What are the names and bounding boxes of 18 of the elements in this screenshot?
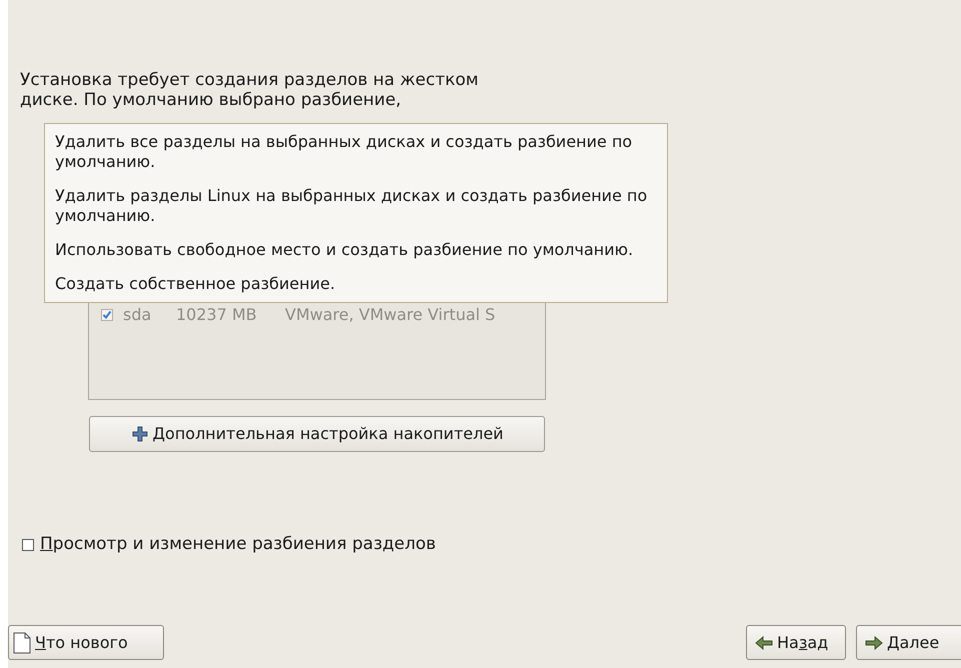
right-arrow-icon (865, 636, 883, 650)
menu-item[interactable]: Удалить разделы Linux на выбранных дисках и создать разбиение по умолчанию. (55, 186, 655, 226)
drive-model: VMware, VMware Virtual S (285, 304, 496, 326)
intro-text: диске. По умолчанию выбрано разбиение, (20, 90, 402, 110)
menu-item[interactable]: Использовать свободное место и создать разбиение по умолчанию. (55, 240, 655, 260)
drive-size: 10237 MB (176, 304, 258, 326)
left-arrow-icon (755, 636, 773, 650)
intro-text: Установка требует создания разделов на жестком (20, 70, 480, 90)
advanced-storage-button[interactable]: Дополнительная настройка накопителей (89, 416, 545, 452)
document-icon (13, 632, 31, 654)
menu-item[interactable]: Создать собственное разбиение. (55, 274, 655, 294)
review-checkbox[interactable]: Просмотр и изменение разбиения разделов (22, 532, 436, 558)
drive-name: sda (123, 304, 152, 326)
back-button[interactable]: Назад (746, 625, 846, 660)
plus-icon (130, 425, 149, 443)
next-button[interactable]: Далее (856, 625, 961, 660)
menu-item[interactable]: Удалить все разделы на выбранных дисках и создать разбиение по умолчанию. (55, 132, 655, 172)
release-notes-button[interactable]: Что нового (8, 625, 164, 660)
